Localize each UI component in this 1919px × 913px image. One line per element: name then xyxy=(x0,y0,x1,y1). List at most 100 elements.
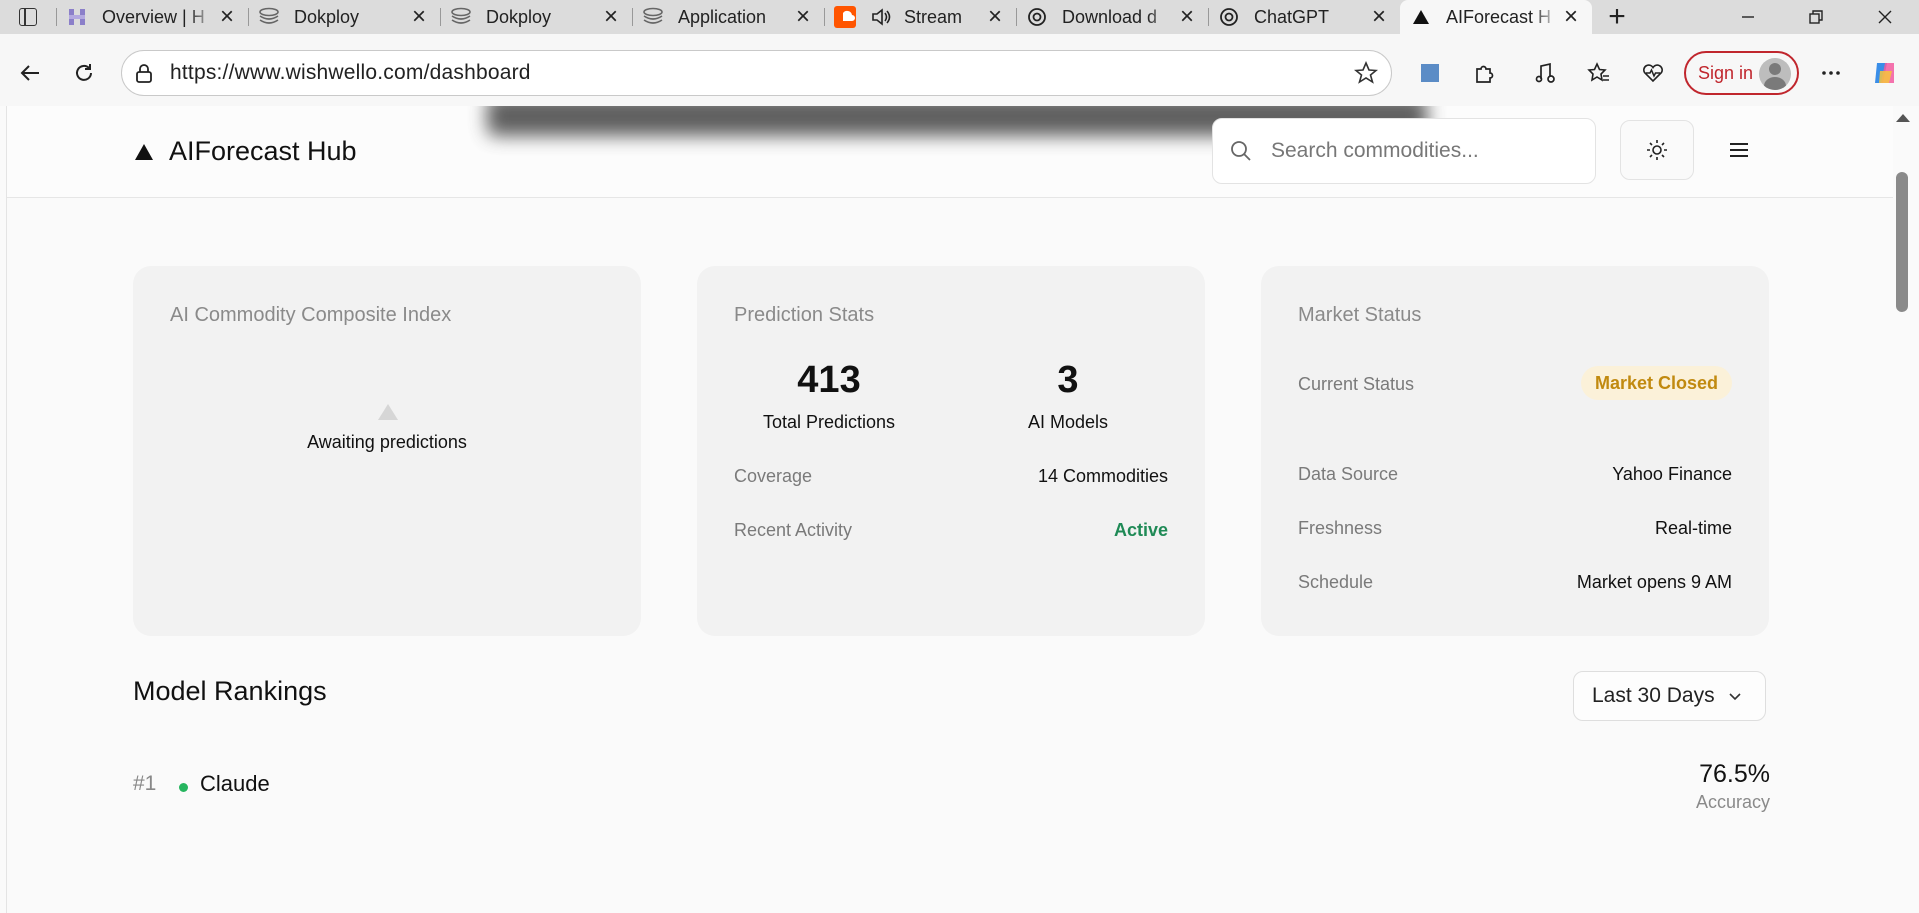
favorite-star-icon[interactable] xyxy=(1349,56,1383,90)
browser-tab-active[interactable]: AIForecast H × xyxy=(1400,0,1592,34)
freshness-value: Real-time xyxy=(1654,518,1732,538)
market-status-card: Market Status Current Status Market Clos… xyxy=(1261,266,1769,636)
sun-icon xyxy=(1647,140,1667,160)
site-header: AIForecast Hub Search commodities... xyxy=(7,106,1893,198)
recent-activity-label: Recent Activity xyxy=(734,520,853,540)
total-predictions-value: 413 xyxy=(797,359,861,401)
tab-close-icon[interactable]: × xyxy=(984,5,1006,29)
tab-title: Dokploy xyxy=(294,6,360,27)
current-status-label: Current Status xyxy=(1298,374,1415,394)
tab-close-icon[interactable]: × xyxy=(1368,5,1390,29)
extensions-puzzle-icon[interactable] xyxy=(1468,56,1502,90)
search-input[interactable]: Search commodities... xyxy=(1212,118,1596,184)
total-predictions-label: Total Predictions xyxy=(762,412,896,432)
brand-logo[interactable]: AIForecast Hub xyxy=(135,136,357,167)
schedule-value: Market opens 9 AM xyxy=(1576,572,1732,592)
card-title: AI Commodity Composite Index xyxy=(170,304,452,326)
openai-icon xyxy=(1026,6,1048,28)
composite-index-card: AI Commodity Composite Index Awaiting pr… xyxy=(133,266,641,636)
rank-number: #1 xyxy=(133,772,157,795)
refresh-icon[interactable] xyxy=(62,51,106,95)
triangle-logo-icon xyxy=(135,143,153,160)
tab-title: ChatGPT xyxy=(1254,6,1330,27)
tab-close-icon[interactable]: × xyxy=(600,5,622,29)
theme-toggle-button[interactable] xyxy=(1620,120,1694,180)
new-tab-button[interactable]: + xyxy=(1592,0,1642,34)
sign-in-button[interactable]: Sign in xyxy=(1684,51,1799,95)
extension-square-icon[interactable] xyxy=(1413,56,1447,90)
tab-title: Stream xyxy=(904,6,963,27)
recent-activity-value: Active xyxy=(1113,520,1168,540)
more-options-icon[interactable] xyxy=(1814,56,1848,90)
favorites-icon[interactable] xyxy=(1582,56,1616,90)
tab-close-icon[interactable]: × xyxy=(792,5,814,29)
close-window-icon[interactable] xyxy=(1851,0,1919,34)
accuracy-value: 76.5% xyxy=(1699,760,1770,788)
prediction-stats-card: Prediction Stats 413 Total Predictions 3… xyxy=(697,266,1205,636)
tab-close-icon[interactable]: × xyxy=(216,5,238,29)
media-control-icon[interactable] xyxy=(1528,56,1562,90)
url-text[interactable]: https://www.wishwello.com/dashboard xyxy=(170,61,531,85)
brand-name: AIForecast Hub xyxy=(169,136,357,166)
data-source-label: Data Source xyxy=(1298,464,1399,484)
scrollbar-thumb[interactable] xyxy=(1896,172,1908,312)
section-title: Model Rankings xyxy=(133,676,327,706)
dokploy-icon xyxy=(258,6,280,28)
placeholder-triangle-icon xyxy=(378,404,398,420)
status-dot xyxy=(179,783,188,792)
browser-tab[interactable]: Application × xyxy=(632,0,824,34)
hamburger-menu-icon xyxy=(1730,143,1748,157)
ai-models-label: AI Models xyxy=(1027,412,1109,432)
browser-tab[interactable]: Stream × xyxy=(824,0,1016,34)
accuracy-label: Accuracy xyxy=(1695,792,1770,812)
period-select[interactable]: Last 30 Days xyxy=(1573,671,1766,721)
tab-title: Download d xyxy=(1062,6,1158,27)
card-title: Prediction Stats xyxy=(734,304,875,326)
chevron-down-icon xyxy=(1729,693,1741,701)
page-content: AIForecast Hub Search commodities... AI … xyxy=(6,106,1893,913)
soundcloud-icon xyxy=(834,6,856,28)
tab-title: Overview | H xyxy=(102,6,205,27)
status-badge: Market Closed xyxy=(1580,366,1732,400)
restore-icon[interactable] xyxy=(1782,0,1850,34)
model-name: Claude xyxy=(200,771,270,796)
lock-icon[interactable] xyxy=(127,56,161,90)
tab-title: AIForecast H xyxy=(1446,6,1552,27)
empty-state-text: Awaiting predictions xyxy=(307,432,467,452)
browser-tab[interactable]: Overview | H × xyxy=(56,0,248,34)
h-logo-icon xyxy=(66,6,88,28)
triangle-icon xyxy=(1410,6,1432,28)
browser-tab[interactable]: Dokploy × xyxy=(248,0,440,34)
browser-tab[interactable]: Dokploy × xyxy=(440,0,632,34)
schedule-label: Schedule xyxy=(1298,572,1374,592)
openai-icon xyxy=(1218,6,1240,28)
browser-tab[interactable]: Download d × xyxy=(1016,0,1208,34)
search-placeholder: Search commodities... xyxy=(1271,139,1479,162)
search-icon xyxy=(1231,141,1251,161)
minimize-icon[interactable] xyxy=(1714,0,1782,34)
back-icon[interactable] xyxy=(8,51,52,95)
tab-title: Dokploy xyxy=(486,6,552,27)
avatar xyxy=(1759,58,1791,90)
scroll-up-icon[interactable] xyxy=(1896,114,1910,122)
browser-tab-bar: Overview | H × Dokploy × Dokploy × Appli… xyxy=(0,0,1919,34)
sign-in-label: Sign in xyxy=(1698,62,1754,83)
browser-essentials-icon[interactable] xyxy=(1636,56,1670,90)
freshness-label: Freshness xyxy=(1298,518,1383,538)
tab-close-icon[interactable]: × xyxy=(408,5,430,29)
copilot-icon[interactable] xyxy=(1868,56,1902,90)
data-source-value: Yahoo Finance xyxy=(1612,464,1732,484)
tab-close-icon[interactable]: × xyxy=(1176,5,1198,29)
menu-button[interactable] xyxy=(1717,128,1761,172)
coverage-label: Coverage xyxy=(734,466,813,486)
browser-tab[interactable]: ChatGPT × xyxy=(1208,0,1400,34)
tab-title: Application xyxy=(678,6,767,27)
ai-models-value: 3 xyxy=(1057,359,1079,401)
tab-actions-icon[interactable] xyxy=(0,0,56,34)
speaker-icon[interactable] xyxy=(870,6,892,28)
tab-close-icon[interactable]: × xyxy=(1560,5,1582,29)
dokploy-icon xyxy=(642,6,664,28)
card-title: Market Status xyxy=(1298,304,1422,326)
dokploy-icon xyxy=(450,6,472,28)
coverage-value: 14 Commodities xyxy=(1037,466,1168,486)
